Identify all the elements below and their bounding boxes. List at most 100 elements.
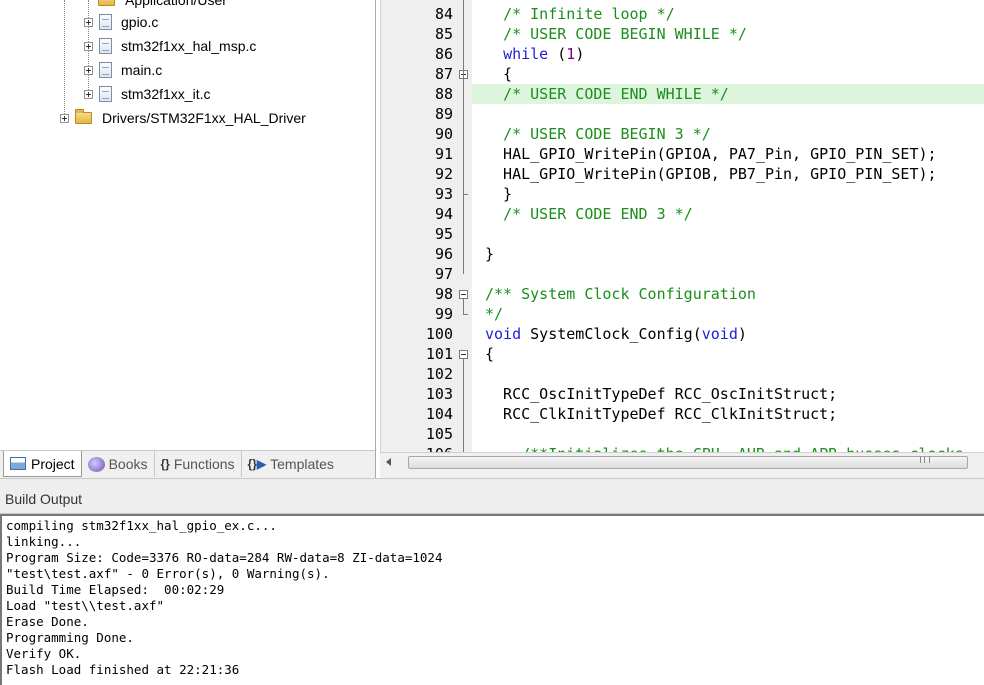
code-area[interactable]: /* Infinite loop */ /* USER CODE BEGIN W… <box>472 0 984 452</box>
code-token: { <box>485 65 513 83</box>
line-number: 104 <box>425 405 453 423</box>
tree-file-main-c[interactable]: main.c <box>84 60 162 80</box>
horizontal-scrollbar[interactable] <box>380 452 984 472</box>
project-pane-tabs: Project Books {} Functions {}▶ Templates <box>0 450 375 478</box>
build-output-line: Erase Done. <box>6 614 89 629</box>
tab-books[interactable]: Books <box>82 451 155 477</box>
expand-icon[interactable] <box>84 65 93 75</box>
code-line[interactable]: /* USER CODE BEGIN WHILE */ <box>472 24 984 44</box>
file-icon <box>99 14 112 30</box>
books-icon <box>87 456 105 472</box>
code-line[interactable] <box>472 224 984 244</box>
code-line[interactable]: /* Infinite loop */ <box>472 4 984 24</box>
code-token: /**Initializes the CPU, AHB and APB buss… <box>521 445 964 452</box>
code-line[interactable]: /* USER CODE END WHILE */ <box>472 84 984 104</box>
fold-end-mark <box>463 314 468 315</box>
code-token: ) <box>737 325 747 343</box>
code-line[interactable]: */ <box>472 304 984 324</box>
code-line[interactable] <box>472 104 984 124</box>
code-line[interactable]: while (1) <box>472 44 984 64</box>
file-icon <box>99 62 112 78</box>
code-token: ) <box>575 45 585 63</box>
tree-file-stm32f1xx-it-c[interactable]: stm32f1xx_it.c <box>84 84 210 104</box>
line-number: 90 <box>434 125 453 143</box>
code-line[interactable]: } <box>472 184 984 204</box>
tab-project[interactable]: Project <box>3 451 82 477</box>
code-token: HAL_GPIO_WritePin(GPIOA, PA7_Pin, GPIO_P… <box>485 145 937 163</box>
code-token: void <box>485 325 522 343</box>
expand-icon[interactable] <box>84 89 93 99</box>
code-line[interactable]: { <box>472 64 984 84</box>
code-token: /* USER CODE END WHILE */ <box>503 85 729 103</box>
build-output-log[interactable]: compiling stm32f1xx_hal_gpio_ex.c... link… <box>0 514 984 685</box>
scrollbar-grip-icon <box>920 456 930 463</box>
code-line[interactable]: void SystemClock_Config(void) <box>472 324 984 344</box>
code-token: SystemClock_Config( <box>521 325 702 343</box>
code-line[interactable]: HAL_GPIO_WritePin(GPIOB, PB7_Pin, GPIO_P… <box>472 164 984 184</box>
line-number: 91 <box>434 145 453 163</box>
expand-icon[interactable] <box>84 41 93 51</box>
fold-collapse-icon[interactable] <box>459 350 468 359</box>
expand-icon[interactable] <box>60 113 69 123</box>
build-output-line: "test\test.axf" - 0 Error(s), 0 Warning(… <box>6 566 330 581</box>
line-number: 89 <box>434 105 453 123</box>
tree-file-gpio-c[interactable]: gpio.c <box>84 12 158 32</box>
code-line[interactable]: RCC_ClkInitTypeDef RCC_ClkInitStruct; <box>472 404 984 424</box>
tree-file-stm32f1xx-hal-msp-c[interactable]: stm32f1xx_hal_msp.c <box>84 36 256 56</box>
tab-label: Project <box>31 455 75 472</box>
line-number: 87 <box>434 65 453 83</box>
code-token: { <box>485 345 495 363</box>
code-token: void <box>701 325 738 343</box>
code-token: /** System Clock Configuration <box>485 285 756 303</box>
tab-templates[interactable]: {}▶ Templates <box>242 451 340 477</box>
project-tree: Application/User gpio.c stm32f1xx_hal_ms… <box>0 0 376 450</box>
tree-file-label: main.c <box>121 62 163 78</box>
code-line[interactable] <box>472 364 984 384</box>
line-number: 84 <box>434 5 453 23</box>
line-number: 94 <box>434 205 453 223</box>
folder-icon <box>75 109 92 124</box>
tree-folder-drivers[interactable]: Drivers/STM32F1xx_HAL_Driver <box>60 108 306 128</box>
code-line[interactable]: /* USER CODE BEGIN 3 */ <box>472 124 984 144</box>
tree-file-label: stm32f1xx_hal_msp.c <box>121 38 257 54</box>
code-line[interactable]: } <box>472 244 984 264</box>
fold-collapse-icon[interactable] <box>459 290 468 299</box>
tab-label: Functions <box>173 456 235 472</box>
code-line[interactable]: /** System Clock Configuration <box>472 284 984 304</box>
tree-folder-label: Application/User <box>125 0 227 8</box>
build-output-line: Build Time Elapsed: 00:02:29 <box>6 582 225 597</box>
code-line[interactable]: /**Initializes the CPU, AHB and APB buss… <box>472 444 984 452</box>
build-output-title: Build Output <box>5 491 83 507</box>
code-token: /* USER CODE END 3 */ <box>503 205 693 223</box>
line-number: 88 <box>434 85 453 103</box>
scrollbar-thumb[interactable] <box>408 456 968 469</box>
line-number: 86 <box>434 45 453 63</box>
code-line[interactable]: { <box>472 344 984 364</box>
code-line[interactable]: HAL_GPIO_WritePin(GPIOA, PA7_Pin, GPIO_P… <box>472 144 984 164</box>
line-number: 99 <box>434 305 453 323</box>
tab-functions[interactable]: {} Functions <box>155 451 242 477</box>
line-number: 92 <box>434 165 453 183</box>
code-line[interactable] <box>472 424 984 444</box>
expand-icon[interactable] <box>84 17 93 27</box>
code-line[interactable] <box>472 264 984 284</box>
line-number: 102 <box>425 365 453 383</box>
code-editor[interactable]: 84 85 86 87 88 89 90 91 92 93 94 95 96 97 98 99 100 101 10… <box>380 0 984 478</box>
tree-file-label: stm32f1xx_it.c <box>121 86 211 102</box>
line-number: 85 <box>434 25 453 43</box>
line-number: 97 <box>434 265 453 283</box>
line-number: 105 <box>425 425 453 443</box>
scroll-left-icon[interactable] <box>386 458 391 466</box>
file-icon <box>99 38 112 54</box>
tree-folder-application-user[interactable]: Application/User <box>98 0 227 10</box>
line-number: 101 <box>425 345 453 363</box>
code-token: RCC_ClkInitTypeDef RCC_ClkInitStruct; <box>485 405 838 423</box>
code-line[interactable]: RCC_OscInitTypeDef RCC_OscInitStruct; <box>472 384 984 404</box>
code-line[interactable]: /* USER CODE END 3 */ <box>472 204 984 224</box>
code-token: } <box>485 185 513 203</box>
build-output-line: Program Size: Code=3376 RO-data=284 RW-d… <box>6 550 443 565</box>
